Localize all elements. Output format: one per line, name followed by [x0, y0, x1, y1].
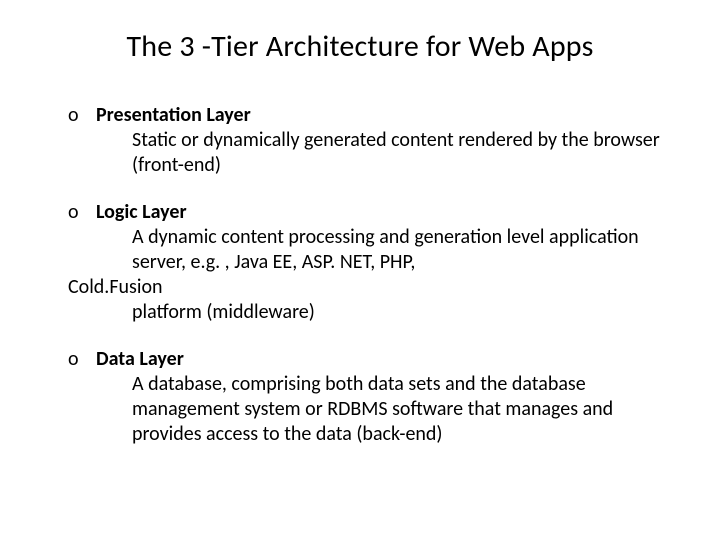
list-item-title: Logic Layer	[96, 200, 187, 225]
list-item-body: Static or dynamically generated content …	[60, 128, 660, 178]
slide: The 3 -Tier Architecture for Web Apps o …	[0, 0, 720, 540]
list-item-body: A dynamic content processing and generat…	[60, 225, 660, 275]
slide-title: The 3 -Tier Architecture for Web Apps	[60, 28, 660, 65]
bullet-list: o Presentation Layer Static or dynamical…	[60, 103, 660, 447]
list-item: o Data Layer A database, comprising both…	[60, 347, 660, 447]
list-item-title: Presentation Layer	[96, 103, 251, 128]
bullet-icon: o	[60, 347, 96, 372]
list-item: o Presentation Layer Static or dynamical…	[60, 103, 660, 178]
list-item-body: platform (middleware)	[60, 300, 660, 325]
list-item: o Logic Layer A dynamic content processi…	[60, 200, 660, 325]
bullet-icon: o	[60, 103, 96, 128]
list-item-head: o Logic Layer	[60, 200, 660, 225]
list-item-head: o Presentation Layer	[60, 103, 660, 128]
list-item-body: A database, comprising both data sets an…	[60, 372, 660, 447]
list-item-title: Data Layer	[96, 347, 184, 372]
list-item-head: o Data Layer	[60, 347, 660, 372]
list-item-body-outdent: Cold.Fusion	[60, 275, 660, 300]
bullet-icon: o	[60, 200, 96, 225]
